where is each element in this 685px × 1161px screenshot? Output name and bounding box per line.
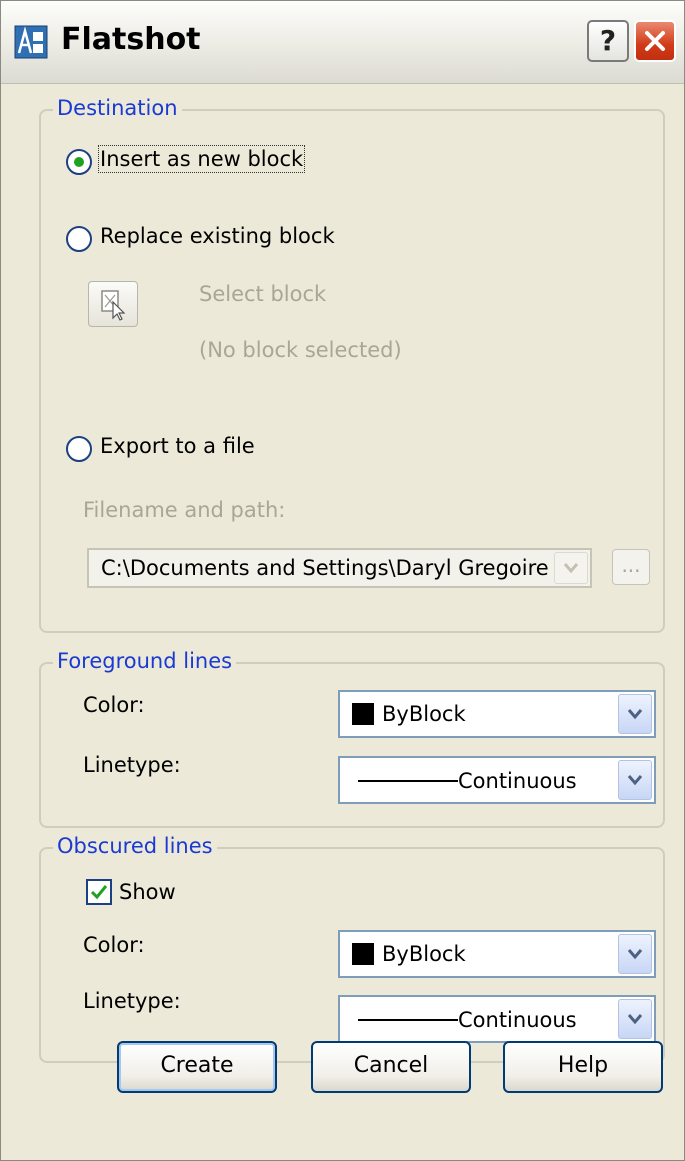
chevron-down-icon xyxy=(627,775,643,786)
obscured-color-combo[interactable]: ByBlock xyxy=(338,930,656,978)
foreground-linetype-dropdown-button[interactable] xyxy=(618,760,652,800)
foreground-color-combo[interactable]: ByBlock xyxy=(338,690,656,738)
color-swatch xyxy=(352,703,374,725)
obscured-legend: Obscured lines xyxy=(53,834,217,858)
flatshot-app-icon xyxy=(14,25,48,59)
insert-radio[interactable] xyxy=(66,149,92,175)
insert-label[interactable]: Insert as new block xyxy=(97,145,306,173)
checkmark-icon xyxy=(90,885,108,900)
close-button[interactable] xyxy=(634,20,676,62)
flatshot-dialog: Flatshot ? Destination Insert as new blo… xyxy=(0,0,685,1161)
help-button[interactable]: Help xyxy=(503,1041,663,1093)
destination-legend: Destination xyxy=(53,96,182,120)
color-swatch xyxy=(352,943,374,965)
replace-label[interactable]: Replace existing block xyxy=(100,224,335,248)
show-checkbox[interactable] xyxy=(86,879,112,905)
title-help-button[interactable]: ? xyxy=(587,20,629,62)
filename-dropdown-button[interactable] xyxy=(554,552,588,584)
select-block-label: Select block xyxy=(199,282,327,306)
filename-label: Filename and path: xyxy=(83,498,286,522)
title-bar[interactable]: Flatshot ? xyxy=(1,1,684,84)
select-object-icon xyxy=(101,290,126,321)
obscured-linetype-value: Continuous xyxy=(458,1008,577,1032)
linetype-sample xyxy=(358,780,458,782)
obscured-linetype-label: Linetype: xyxy=(83,989,181,1013)
obscured-color-dropdown-button[interactable] xyxy=(618,934,652,974)
foreground-legend: Foreground lines xyxy=(53,649,237,673)
foreground-linetype-value: Continuous xyxy=(458,769,577,793)
linetype-sample xyxy=(358,1019,458,1021)
radio-selected-dot xyxy=(74,157,84,167)
filename-value: C:\Documents and Settings\Daryl Gregoire xyxy=(101,556,549,580)
chevron-down-icon xyxy=(627,1014,643,1025)
replace-radio[interactable] xyxy=(66,226,92,252)
foreground-color-dropdown-button[interactable] xyxy=(618,694,652,734)
browse-button[interactable]: ... xyxy=(612,549,650,585)
create-button[interactable]: Create xyxy=(117,1041,277,1093)
foreground-linetype-label: Linetype: xyxy=(83,753,181,777)
obscured-color-label: Color: xyxy=(83,933,145,957)
chevron-down-icon xyxy=(627,949,643,960)
window-title: Flatshot xyxy=(61,22,201,57)
export-radio[interactable] xyxy=(66,436,92,462)
select-block-button[interactable] xyxy=(88,281,138,327)
show-label[interactable]: Show xyxy=(119,880,176,904)
foreground-color-label: Color: xyxy=(83,693,145,717)
cancel-button[interactable]: Cancel xyxy=(311,1041,471,1093)
foreground-linetype-combo[interactable]: Continuous xyxy=(338,756,656,804)
obscured-color-value: ByBlock xyxy=(382,942,466,966)
chevron-down-icon xyxy=(563,563,579,574)
obscured-linetype-combo[interactable]: Continuous xyxy=(338,995,656,1043)
chevron-down-icon xyxy=(627,709,643,720)
obscured-linetype-dropdown-button[interactable] xyxy=(618,999,652,1039)
export-label[interactable]: Export to a file xyxy=(100,434,255,458)
no-block-selected-label: (No block selected) xyxy=(199,338,402,362)
filename-combo[interactable]: C:\Documents and Settings\Daryl Gregoire xyxy=(87,548,592,588)
close-icon xyxy=(645,31,665,51)
foreground-color-value: ByBlock xyxy=(382,702,466,726)
